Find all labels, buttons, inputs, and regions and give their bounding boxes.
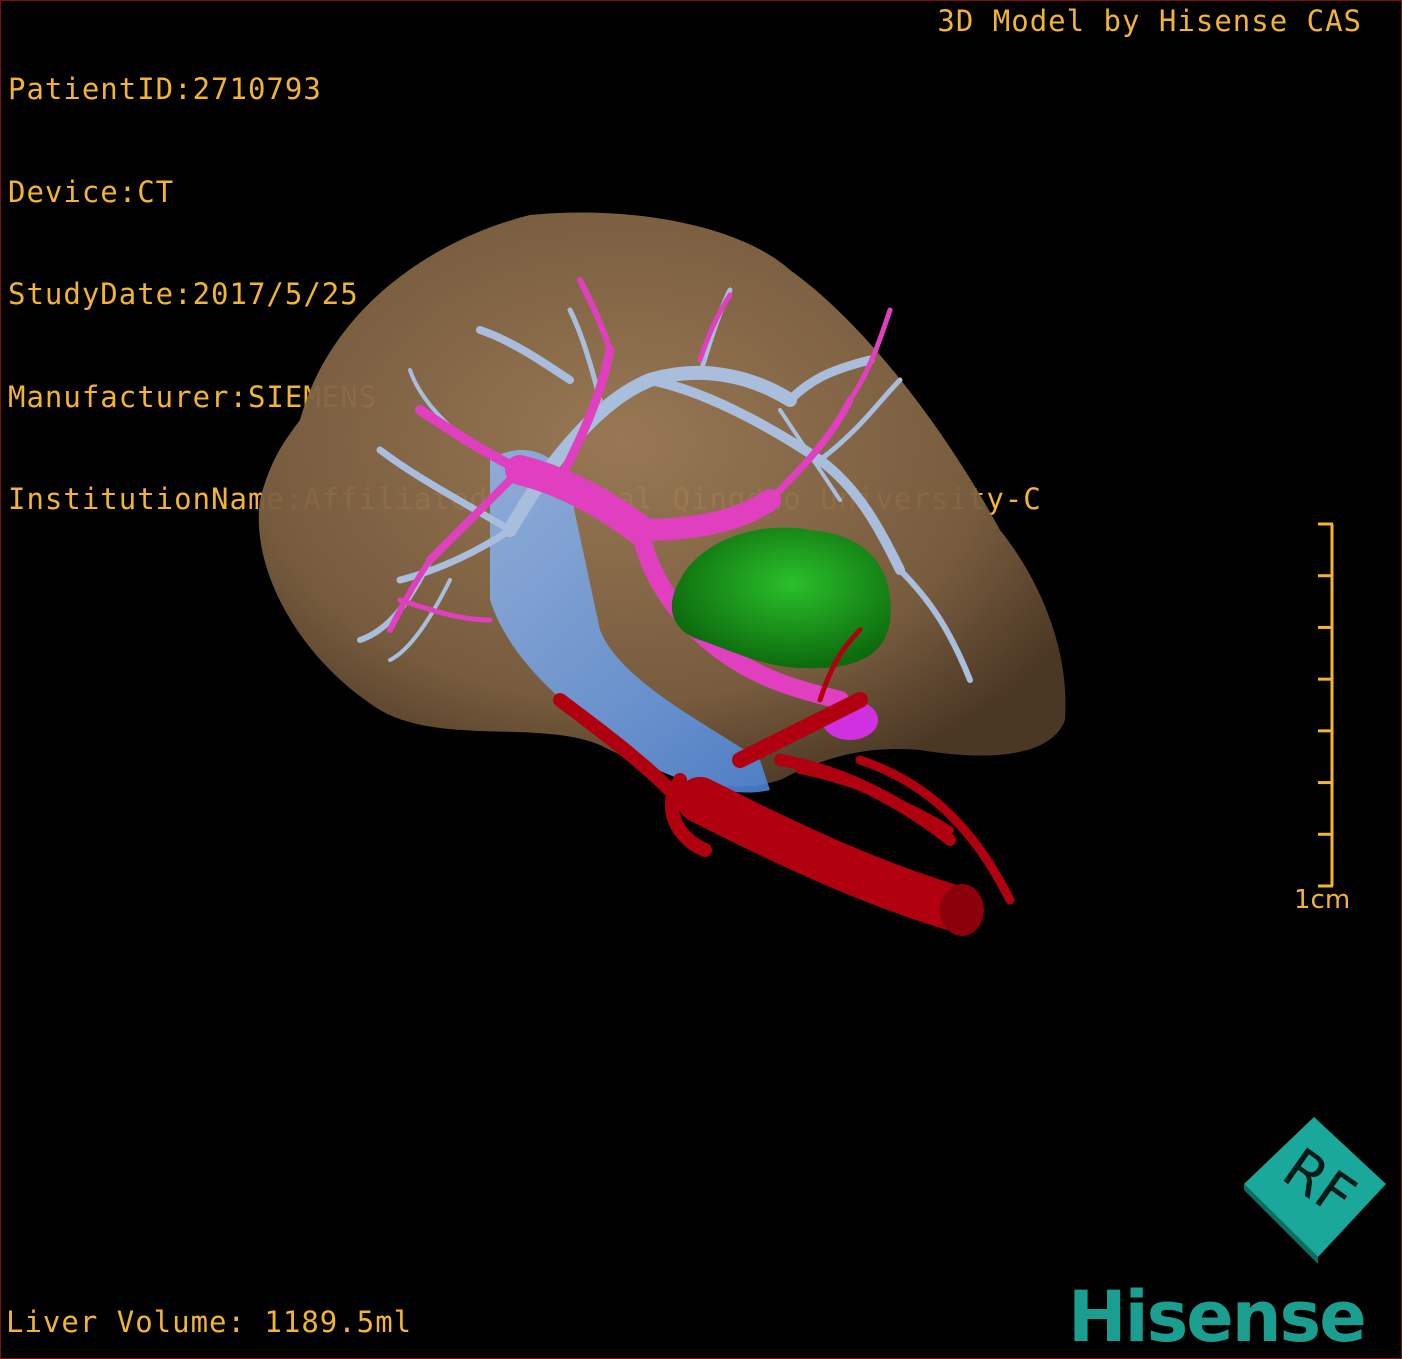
scale-bar-label: 1cm <box>1294 885 1351 915</box>
liver-volume-text: Liver Volume: 1189.5ml <box>6 1305 413 1339</box>
patient-id-text: PatientID:2710793 <box>8 72 322 106</box>
aorta-end <box>940 884 984 936</box>
liver-3d-model-viewport[interactable] <box>180 200 1180 960</box>
orientation-cube[interactable]: RF <box>1236 1112 1396 1272</box>
hisense-logo: Hisense <box>1068 1276 1367 1358</box>
model-credit-text: 3D Model by Hisense CAS <box>937 4 1362 38</box>
scale-bar <box>1318 522 1334 888</box>
